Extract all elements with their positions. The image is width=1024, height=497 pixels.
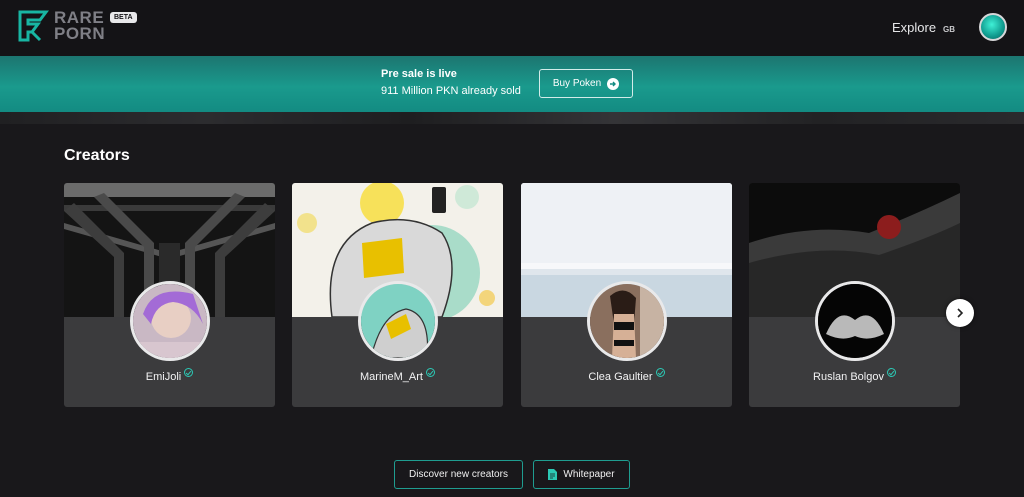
- whitepaper-button[interactable]: Whitepaper: [533, 460, 630, 489]
- verified-check-icon: [425, 368, 435, 377]
- creator-card[interactable]: Ruslan Bolgov: [749, 183, 960, 407]
- logo-text: RARE PORN: [54, 9, 106, 43]
- verified-check-icon: [655, 368, 665, 377]
- logo-mark-icon: [18, 10, 49, 42]
- creator-card[interactable]: MarineM_Art: [292, 183, 503, 407]
- chevron-right-icon: [957, 308, 964, 318]
- creator-name: Clea Gaultier: [521, 368, 732, 383]
- verified-check-icon: [184, 368, 194, 377]
- document-icon: [548, 469, 558, 480]
- banner-divider-strip: [0, 112, 1024, 124]
- discover-creators-button[interactable]: Discover new creators: [394, 460, 523, 489]
- logo-line-porn: PORN: [54, 24, 106, 43]
- creator-name: MarineM_Art: [292, 368, 503, 383]
- whitepaper-label: Whitepaper: [563, 469, 615, 480]
- user-avatar[interactable]: [979, 13, 1007, 41]
- buy-poken-label: Buy Poken: [552, 78, 602, 89]
- creator-avatar: [815, 281, 895, 361]
- creator-name: EmiJoli: [64, 368, 275, 383]
- presale-subtitle: 911 Million PKN already sold: [381, 85, 521, 97]
- creator-avatar: [130, 281, 210, 361]
- presale-banner: [0, 56, 1024, 112]
- creator-avatar: [587, 281, 667, 361]
- top-navbar: [0, 0, 1024, 56]
- beta-badge: BETA: [110, 12, 137, 23]
- buy-poken-button[interactable]: Buy Poken: [539, 69, 633, 98]
- creator-avatar: [358, 281, 438, 361]
- creator-name: Ruslan Bolgov: [749, 368, 960, 383]
- language-selector[interactable]: GB: [943, 25, 955, 34]
- creator-card[interactable]: Clea Gaultier: [521, 183, 732, 407]
- arrow-right-circle-icon: [607, 77, 620, 90]
- presale-title: Pre sale is live: [381, 68, 457, 80]
- carousel-next-button[interactable]: [946, 299, 974, 327]
- creator-card[interactable]: EmiJoli: [64, 183, 275, 407]
- explore-link[interactable]: Explore: [892, 20, 936, 35]
- discover-creators-label: Discover new creators: [409, 469, 508, 480]
- verified-check-icon: [886, 368, 896, 377]
- brand-logo[interactable]: RARE PORN BETA: [18, 9, 137, 43]
- creators-heading: Creators: [64, 147, 130, 164]
